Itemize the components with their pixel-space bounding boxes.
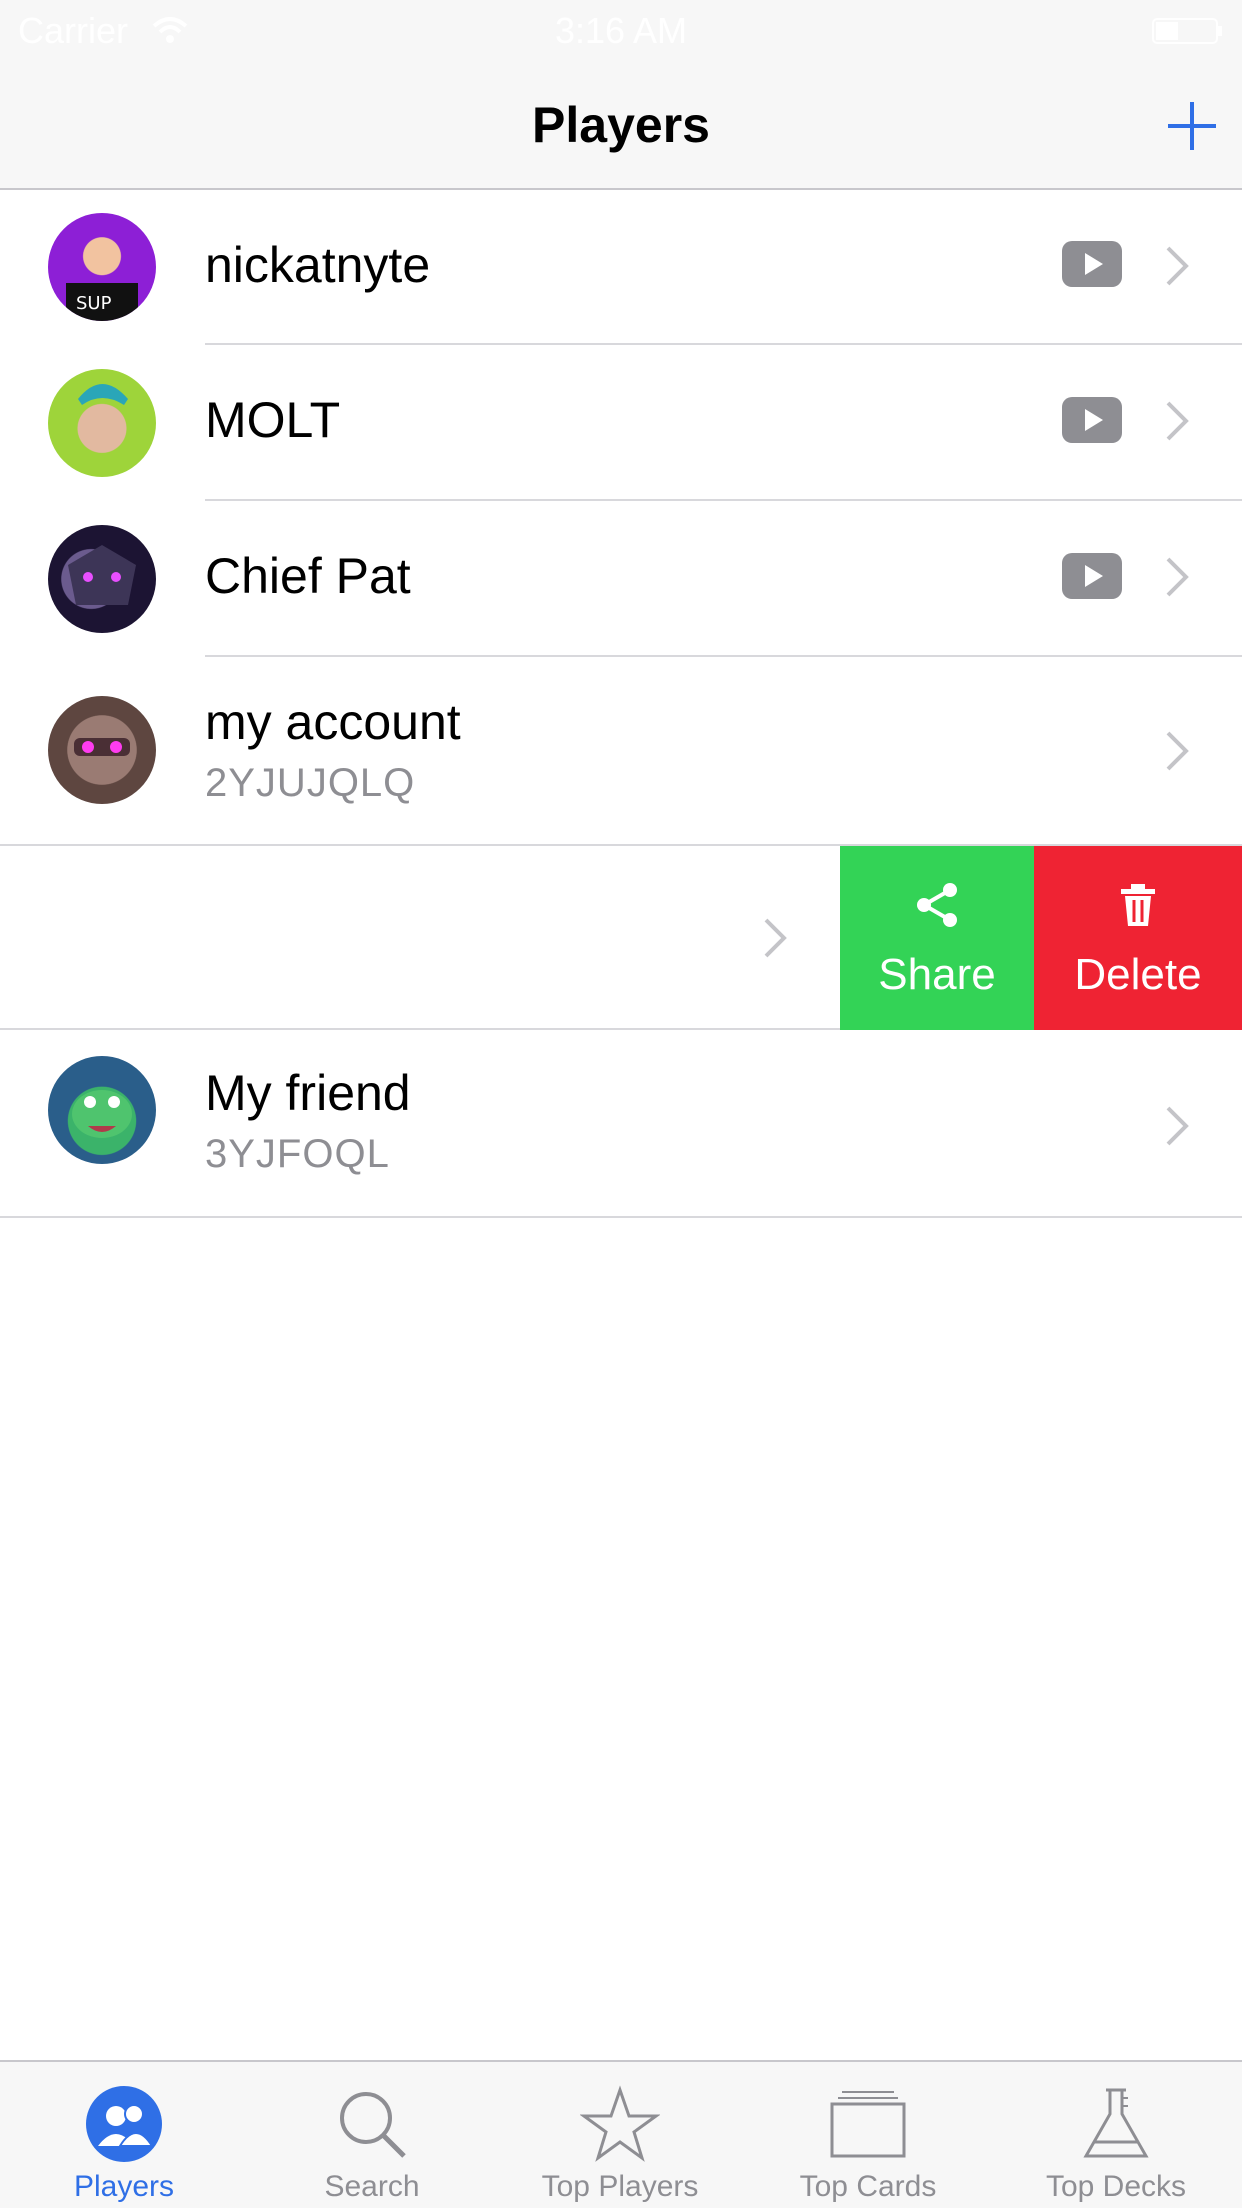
swiped-player-row[interactable]: Share Delete	[0, 844, 1242, 1030]
tab-label: Players	[73, 2170, 175, 2203]
player-name: My friend	[205, 1065, 411, 1121]
delete-button[interactable]: Delete	[1034, 846, 1242, 1030]
avatar	[48, 369, 156, 477]
players-icon	[86, 2086, 162, 2162]
trash-icon	[1121, 884, 1155, 926]
player-name: MOLT	[205, 392, 341, 448]
share-button[interactable]: Share	[840, 846, 1034, 1030]
cards-icon	[830, 2091, 906, 2158]
delete-label: Delete	[1074, 950, 1202, 999]
chevron-right-icon	[1166, 731, 1189, 771]
avatar	[48, 525, 156, 633]
youtube-icon[interactable]	[1062, 553, 1122, 599]
player-row[interactable]: my account 2YJUJQLQ	[0, 657, 1242, 844]
share-icon	[917, 883, 957, 927]
player-tag: 3YJFOQL	[205, 1132, 390, 1176]
tab-label: Search	[324, 2170, 420, 2203]
player-name: my account	[205, 694, 461, 750]
chevron-right-icon	[1166, 1106, 1189, 1146]
navigation-bar: Carrier 3:16 AM Players	[0, 0, 1242, 190]
tab-bar: Players Search Top Players Top Cards Top…	[0, 2060, 1242, 2208]
chevron-right-icon	[1166, 557, 1189, 597]
avatar: SUP	[48, 213, 156, 321]
avatar	[48, 696, 156, 804]
star-icon	[580, 2085, 660, 2162]
svg-text:SUP: SUP	[76, 293, 112, 314]
status-time: 3:16 AM	[554, 10, 688, 51]
chevron-right-icon	[1166, 246, 1189, 286]
tab-top-decks[interactable]: Top Decks	[992, 2062, 1240, 2208]
player-row[interactable]: My friend 3YJFOQL	[0, 1030, 1242, 1218]
youtube-icon[interactable]	[1062, 241, 1122, 287]
avatar	[48, 1056, 156, 1164]
add-icon[interactable]	[1164, 98, 1220, 154]
player-row[interactable]: Chief Pat	[0, 501, 1242, 657]
player-name: nickatnyte	[205, 237, 431, 293]
player-tag: 2YJUJQLQ	[205, 761, 416, 805]
tab-label: Top Decks	[1045, 2170, 1187, 2203]
player-row[interactable]: SUP nickatnyte	[0, 191, 1242, 345]
separator	[0, 1216, 1242, 1218]
tab-search[interactable]: Search	[248, 2062, 496, 2208]
player-name: Chief Pat	[205, 548, 411, 604]
tab-label: Top Cards	[799, 2170, 937, 2203]
chevron-right-icon	[764, 918, 787, 958]
battery-icon	[1152, 18, 1222, 44]
tab-players[interactable]: Players	[0, 2062, 248, 2208]
tab-top-players[interactable]: Top Players	[496, 2062, 744, 2208]
status-bar: Carrier 3:16 AM	[0, 0, 1242, 60]
chevron-right-icon	[1166, 401, 1189, 441]
page-title: Players	[532, 97, 710, 153]
search-icon	[340, 2092, 406, 2158]
tab-top-cards[interactable]: Top Cards	[744, 2062, 992, 2208]
player-row[interactable]: MOLT	[0, 345, 1242, 501]
share-label: Share	[878, 950, 996, 999]
youtube-icon[interactable]	[1062, 397, 1122, 443]
tab-label: Top Players	[541, 2170, 699, 2203]
flask-icon	[1083, 2088, 1149, 2158]
